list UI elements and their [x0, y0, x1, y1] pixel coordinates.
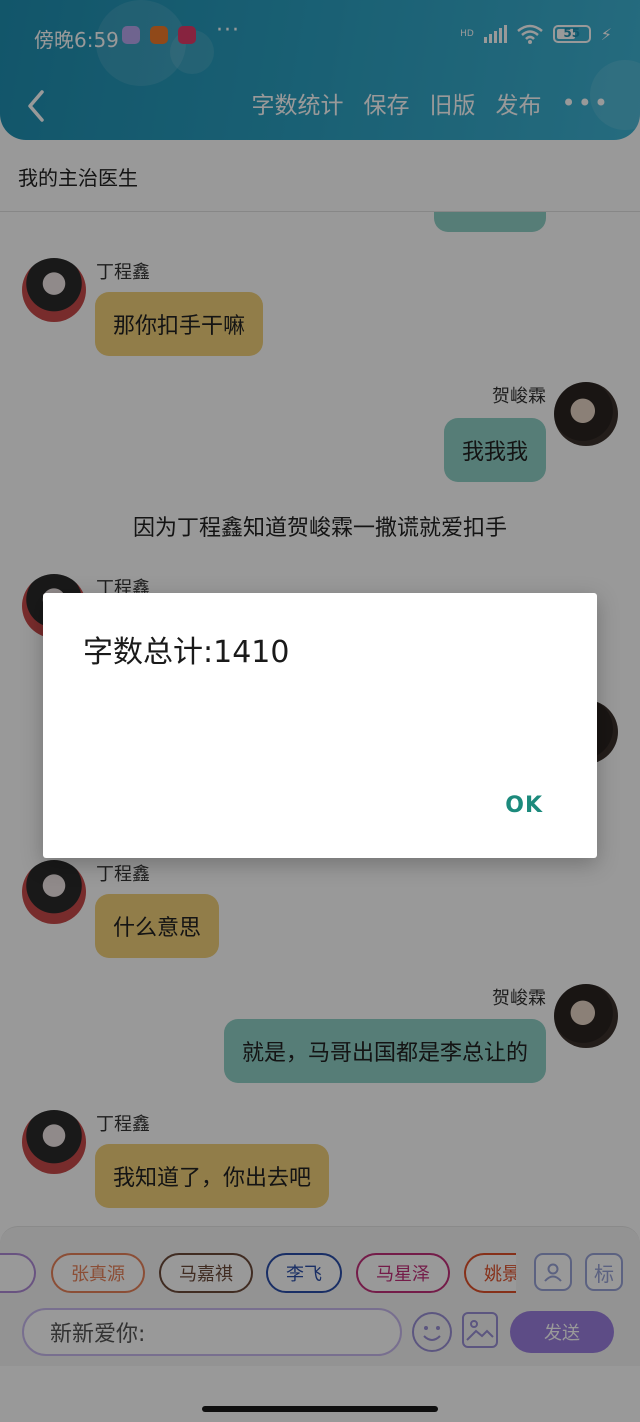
word-count-dialog: 字数总计:1410 OK	[43, 593, 597, 858]
ok-button[interactable]: OK	[505, 793, 543, 818]
dialog-title: 字数总计:1410	[83, 635, 290, 670]
